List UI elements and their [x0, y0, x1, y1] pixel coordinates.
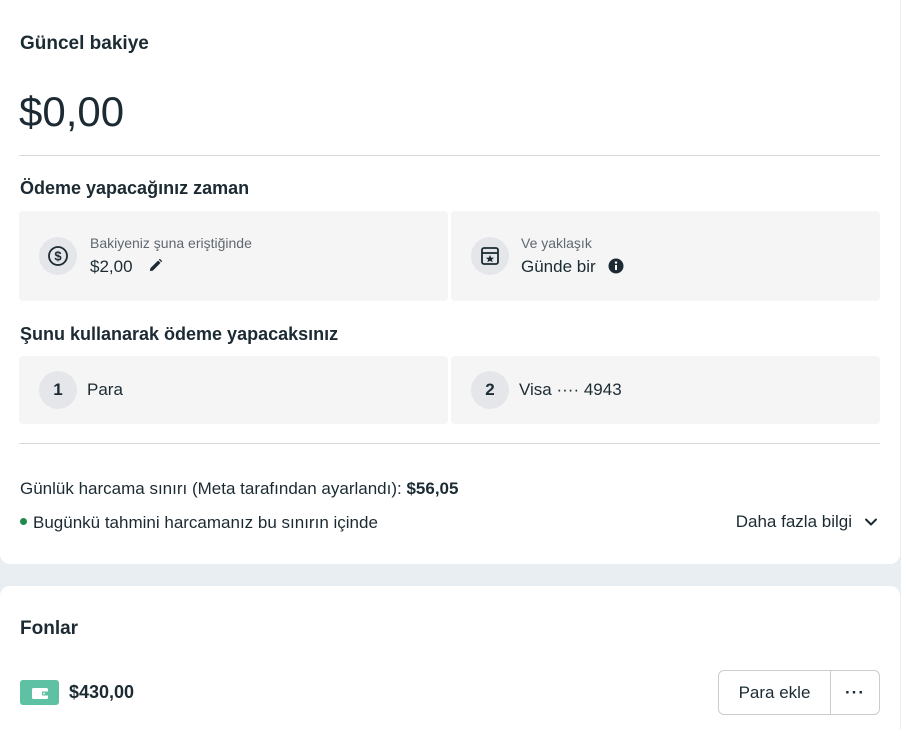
current-balance-amount: $0,00 [19, 88, 125, 135]
payment-order-badge: 2 [471, 371, 509, 409]
billing-summary-card: Güncel bakiye $0,00 Ödeme yapacağınız za… [0, 0, 900, 564]
threshold-value: $2,00 [90, 257, 133, 276]
funds-title: Fonlar [20, 618, 79, 639]
wallet-icon [20, 680, 59, 705]
funds-amount: $430,00 [69, 682, 135, 702]
payment-method-item: 2 Visa ···· 4943 [451, 356, 880, 424]
more-info-toggle[interactable]: Daha fazla bilgi [736, 512, 878, 532]
calendar-star-icon [471, 237, 509, 275]
frequency-label: Ve yaklaşık [521, 235, 592, 251]
svg-text:$: $ [54, 249, 62, 264]
pencil-icon[interactable] [148, 258, 163, 278]
add-funds-button[interactable]: Para ekle [718, 670, 831, 715]
payment-timing-title: Ödeme yapacağınız zaman [20, 178, 250, 198]
divider [19, 443, 880, 444]
payment-method-label: Para [87, 380, 123, 399]
payment-method-label: Visa ···· 4943 [519, 380, 622, 399]
threshold-label: Bakiyeniz şuna eriştiğinde [90, 235, 252, 251]
current-balance-title: Güncel bakiye [20, 33, 149, 54]
divider [19, 155, 880, 156]
spending-limit-label: Günlük harcama sınırı (Meta tarafından a… [20, 479, 407, 498]
payment-method-item: 1 Para [19, 356, 448, 424]
status-indicator [20, 518, 27, 525]
frequency-value: Günde bir [521, 257, 596, 276]
payment-order-badge: 1 [39, 371, 77, 409]
more-info-label: Daha fazla bilgi [735, 512, 852, 531]
payment-frequency-tile: Ve yaklaşık Günde bir [451, 211, 880, 301]
info-icon[interactable] [608, 258, 624, 279]
daily-spending-limit: Günlük harcama sınırı (Meta tarafından a… [20, 479, 458, 499]
chevron-down-icon [864, 515, 878, 529]
spending-status-text: Bugünkü tahmini harcamanız bu sınırın iç… [33, 513, 378, 532]
payment-threshold-tile: $ Bakiyeniz şuna eriştiğinde $2,00 [19, 211, 448, 301]
spending-limit-value: $56,05 [406, 479, 459, 498]
more-options-button[interactable]: ··· [830, 670, 880, 715]
payment-methods-title: Şunu kullanarak ödeme yapacaksınız [20, 324, 339, 344]
dollar-coin-icon: $ [39, 237, 77, 275]
